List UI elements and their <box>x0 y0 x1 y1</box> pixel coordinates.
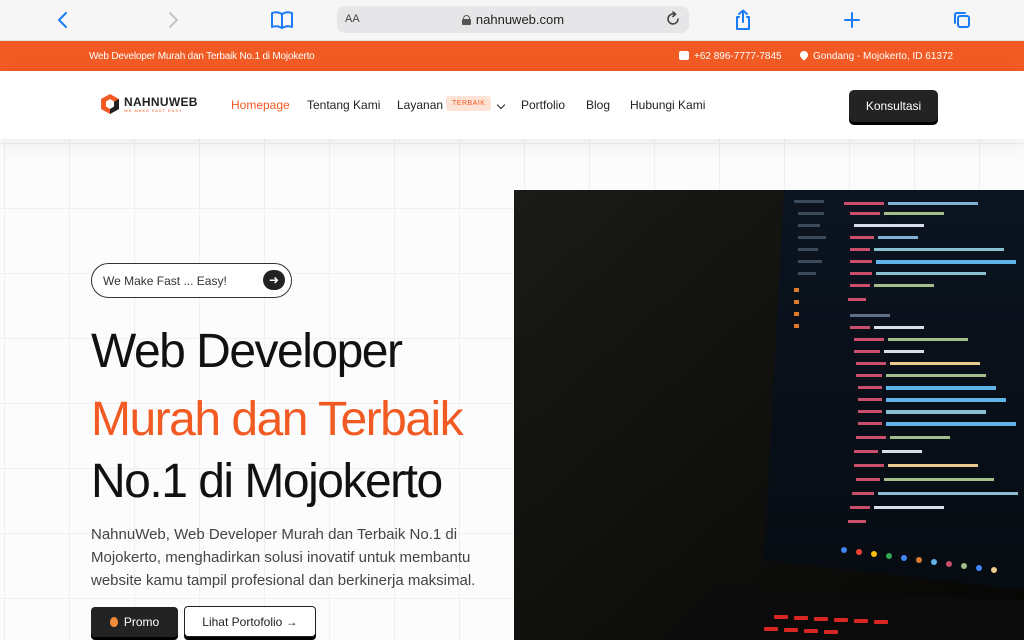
bookmarks-button[interactable] <box>269 8 295 32</box>
layanan-badge: TERBAIK <box>446 96 492 111</box>
top-info-bar: Web Developer Murah dan Terbaik No.1 di … <box>0 41 1024 71</box>
nav-item-homepage[interactable]: Homepage <box>231 98 290 112</box>
laptop-code-illustration <box>514 190 1024 640</box>
nav-item-hubungi-kami[interactable]: Hubungi Kami <box>630 98 705 112</box>
share-icon <box>736 9 750 30</box>
pill-text: We Make Fast ... Easy! <box>103 273 227 288</box>
url-display[interactable]: nahnuweb.com <box>337 12 689 27</box>
lock-icon <box>461 15 471 25</box>
logo-cube-icon <box>101 94 119 114</box>
share-button[interactable] <box>730 8 756 32</box>
new-tab-button[interactable] <box>839 8 865 32</box>
main-navbar: NAHNUWEB WE MAKE FAST EASY Homepage Tent… <box>0 71 1024 139</box>
plus-icon <box>844 12 860 28</box>
tabs-icon <box>954 12 970 28</box>
hero-heading-line3: No.1 di Mojokerto <box>91 455 443 508</box>
chevron-right-icon <box>169 12 178 28</box>
site-logo[interactable]: NAHNUWEB WE MAKE FAST EASY <box>100 93 198 115</box>
konsultasi-button[interactable]: Konsultasi <box>849 90 938 122</box>
nav-item-blog[interactable]: Blog <box>586 98 610 112</box>
topbar-tagline: Web Developer Murah dan Terbaik No.1 di … <box>89 51 315 62</box>
topbar-phone[interactable]: +62 896-7777-7845 <box>679 51 782 62</box>
address-bar[interactable]: AA nahnuweb.com <box>337 6 689 33</box>
phone-icon <box>679 51 689 60</box>
nav-item-portfolio[interactable]: Portfolio <box>521 98 565 112</box>
hero-heading-line2: Murah dan Terbaik <box>91 393 464 446</box>
back-button[interactable] <box>50 8 76 32</box>
hero-heading-line1: Web Developer <box>91 325 403 378</box>
tabs-overview-button[interactable] <box>949 8 975 32</box>
nav-item-tentang-kami[interactable]: Tentang Kami <box>307 98 380 112</box>
arrow-right-icon: ➜ <box>263 270 285 290</box>
tagline-pill[interactable]: We Make Fast ... Easy! ➜ <box>91 263 292 298</box>
hero-section: We Make Fast ... Easy! ➜ Web Developer M… <box>0 139 1024 640</box>
browser-toolbar: AA nahnuweb.com <box>0 0 1024 41</box>
hero-image-laptop-code <box>514 190 1024 640</box>
nav-item-layanan[interactable]: Layanan <box>397 98 443 112</box>
promo-label: Promo <box>123 615 160 629</box>
logo-name: NAHNUWEB <box>124 94 198 109</box>
forward-button[interactable] <box>160 8 186 32</box>
chevron-down-icon[interactable] <box>496 100 506 110</box>
logo-subtitle: WE MAKE FAST EASY <box>124 107 183 113</box>
fire-icon <box>109 617 118 627</box>
location-text: Gondang - Mojokerto, ID 61372 <box>813 51 954 62</box>
chevron-left-icon <box>58 12 67 28</box>
url-text: nahnuweb.com <box>475 12 565 27</box>
book-icon <box>271 11 293 29</box>
topbar-location[interactable]: Gondang - Mojokerto, ID 61372 <box>798 49 954 62</box>
location-pin-icon <box>798 49 810 61</box>
hero-description: NahnuWeb, Web Developer Murah dan Terbai… <box>91 526 476 589</box>
promo-button[interactable]: Promo <box>91 607 178 637</box>
lihat-portofolio-button[interactable]: Lihat Portofolio → <box>184 606 316 637</box>
reload-icon[interactable] <box>665 11 681 27</box>
phone-text: +62 896-7777-7845 <box>694 51 782 62</box>
